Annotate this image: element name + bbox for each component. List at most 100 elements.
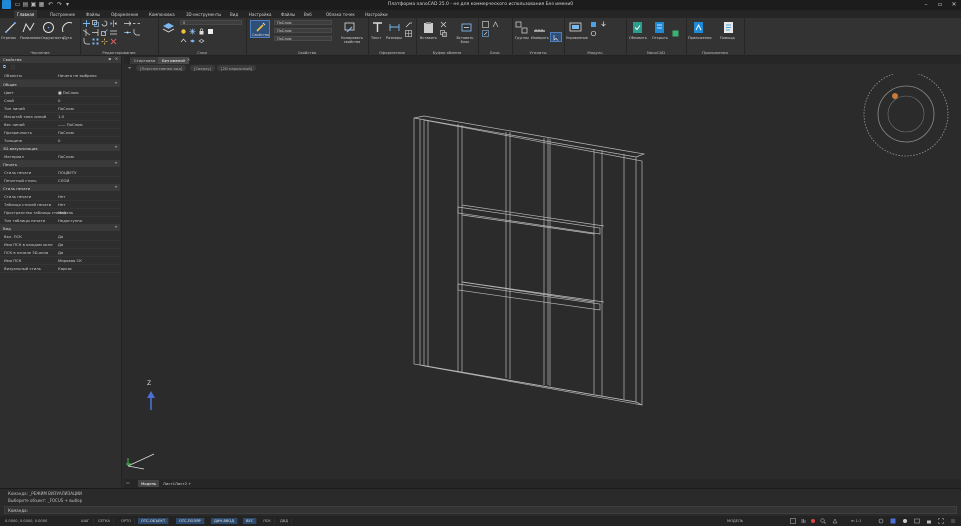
paste-icon[interactable] [422, 21, 435, 34]
dimension-tool-icon[interactable] [388, 21, 401, 34]
viewport-menu-icon[interactable]: ≡ [128, 65, 131, 70]
attribute-icon[interactable] [492, 21, 499, 28]
tab-files[interactable]: Файлы [86, 12, 100, 17]
rotate-icon[interactable] [101, 20, 108, 27]
quick-select-icon[interactable]: ⧉ [3, 64, 6, 69]
view-projection[interactable]: [Перспективная вид] [136, 65, 187, 71]
extend-icon[interactable] [92, 29, 99, 36]
insert-block-icon[interactable] [460, 21, 473, 34]
circle-tool-icon[interactable] [42, 21, 55, 34]
stretch-icon[interactable] [124, 20, 131, 27]
select-objects-icon[interactable]: ⬚ [11, 64, 15, 69]
tab-annotate[interactable]: Оформление [111, 12, 138, 17]
annotation-icon[interactable] [832, 518, 838, 524]
layer-lock-icon[interactable] [198, 28, 205, 35]
property-section-header[interactable]: Стиль печати ▾ [0, 184, 120, 191]
model-space-indicator[interactable]: МОДЕЛЬ [724, 518, 746, 524]
selection-row[interactable]: Объекты Ничего не выбрано [0, 71, 120, 80]
status-toggle[interactable]: СЕТКА [95, 518, 114, 524]
linetype-combo[interactable]: ПоСлою [274, 28, 332, 33]
open-nano-icon[interactable] [653, 21, 666, 34]
fullscreen-icon[interactable] [938, 518, 944, 524]
close-icon[interactable]: ✕ [948, 0, 960, 10]
layer-on-icon[interactable] [180, 28, 187, 35]
status-toggle[interactable]: ДИН-ВВОД [211, 518, 239, 524]
panel-close-icon[interactable]: ✕ [115, 56, 118, 61]
property-section-header[interactable]: Общие ▾ [0, 80, 120, 87]
workspace-icon[interactable] [890, 518, 896, 524]
scale-icon[interactable] [101, 29, 108, 36]
layer-isolate-icon[interactable] [189, 37, 196, 44]
clean-screen-icon[interactable] [914, 518, 920, 524]
status-toggle[interactable]: ОТС-ПОЛЯР [176, 518, 205, 524]
property-section-header[interactable]: 3D-визуализация ▾ [0, 144, 120, 151]
grid-status-icon[interactable] [790, 518, 796, 524]
layer-manager-icon[interactable] [162, 21, 175, 34]
layer-previous-icon[interactable] [180, 37, 187, 44]
explode-icon[interactable] [101, 38, 108, 45]
lock-ui-icon[interactable] [926, 518, 932, 524]
status-toggle[interactable]: ВЕС [243, 518, 258, 524]
tab-model[interactable]: Модель [138, 480, 160, 487]
help-doc-icon[interactable] [722, 21, 735, 34]
module-plugin-icon[interactable] [590, 21, 597, 28]
tab-document[interactable]: Без имени0 [158, 57, 190, 64]
tab-web[interactable]: Веб [304, 12, 312, 17]
chamfer-icon[interactable] [133, 29, 140, 36]
tab-point-clouds[interactable]: Облака точек [326, 12, 355, 17]
create-block-icon[interactable] [482, 21, 489, 28]
lineweight-combo[interactable]: ПоСлою [274, 36, 332, 41]
apps-icon[interactable] [692, 21, 705, 34]
trim-icon[interactable] [83, 29, 90, 36]
edit-block-icon[interactable] [482, 30, 489, 37]
status-toggle[interactable]: ОРТО [118, 518, 136, 524]
chevron-down-icon[interactable]: ▾ [115, 144, 117, 149]
chevron-down-icon[interactable]: ▾ [115, 224, 117, 229]
view-direction[interactable]: [Сверху] [190, 65, 216, 71]
tab-view[interactable]: Вид [230, 12, 238, 17]
panel-pin-icon[interactable]: ▪ [108, 56, 111, 61]
hand-icon[interactable] [800, 518, 806, 524]
module-load-icon[interactable] [600, 21, 607, 28]
layer-color-icon[interactable] [207, 28, 214, 35]
chevron-down-icon[interactable]: ▾ [115, 80, 117, 85]
drawing-canvas[interactable]: Z [124, 72, 961, 479]
layer-combo[interactable]: 0 [180, 20, 242, 25]
tab-build[interactable]: Построение [50, 12, 75, 17]
maximize-icon[interactable]: ▫ [934, 0, 946, 10]
customize-icon[interactable] [950, 518, 956, 524]
command-input[interactable]: Команда: [4, 506, 957, 514]
rec-icon[interactable] [810, 518, 816, 524]
navigation-compass[interactable] [860, 74, 952, 166]
minimize-icon[interactable]: – [920, 0, 932, 10]
layer-freeze-icon[interactable] [189, 28, 196, 35]
property-row[interactable]: Визуальный стиль Каркас [0, 264, 120, 273]
arc-tool-icon[interactable] [61, 21, 74, 34]
break-icon[interactable] [133, 20, 140, 27]
tab-files-2[interactable]: Файлы [281, 12, 295, 17]
tab-start[interactable]: Стартовая [130, 57, 159, 64]
settings-icon[interactable] [878, 518, 884, 524]
properties-button[interactable]: Свойства [250, 20, 270, 38]
status-toggle[interactable]: ЛСК [260, 518, 275, 524]
tab-add-sheet[interactable]: + [185, 480, 194, 487]
erase-icon[interactable] [110, 38, 117, 45]
chevron-down-icon[interactable]: ▾ [115, 160, 117, 165]
status-toggle[interactable]: ДВД [277, 518, 293, 524]
nano-help-icon[interactable] [672, 30, 679, 37]
module-manage-icon[interactable] [569, 21, 582, 34]
table-icon[interactable] [405, 30, 412, 37]
status-toggle[interactable]: ОТС-ОБЪЕКТ [138, 518, 170, 524]
view-visual-style[interactable]: [2D каркасный] [217, 65, 257, 71]
select-all-button[interactable] [550, 32, 562, 42]
line-tool-icon[interactable] [4, 21, 17, 34]
move-icon[interactable] [83, 20, 90, 27]
tab-layout[interactable]: Компоновка [149, 12, 175, 17]
join-icon[interactable] [124, 29, 131, 36]
status-toggle[interactable]: ШАГ [78, 518, 94, 524]
update-icon[interactable] [631, 21, 644, 34]
tab-close-icon[interactable]: ✕ [187, 57, 190, 62]
tab-options[interactable]: Настройки [365, 12, 388, 17]
mirror-icon[interactable] [110, 20, 117, 27]
color-combo[interactable]: ПоСлою [274, 20, 332, 25]
